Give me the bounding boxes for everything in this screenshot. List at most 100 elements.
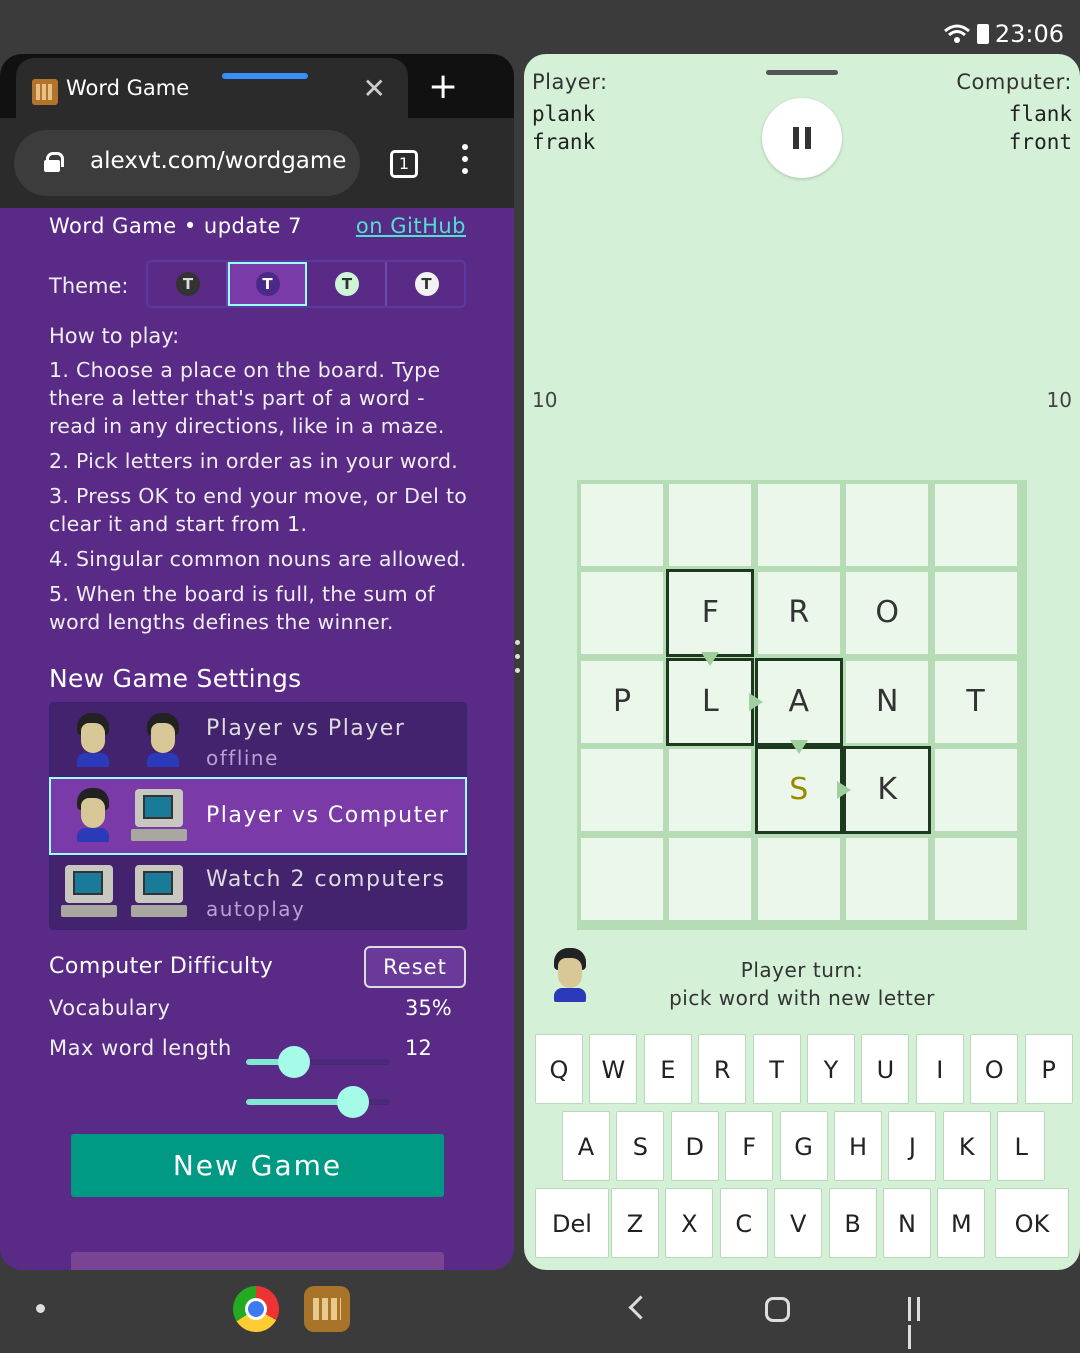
max-word-length-slider[interactable] <box>246 1086 390 1118</box>
word-game-app-icon[interactable] <box>304 1286 350 1332</box>
tab-switcher-button[interactable]: 1 <box>390 150 418 178</box>
new-game-button[interactable]: New Game <box>71 1134 444 1197</box>
keyboard-key[interactable]: D <box>670 1111 719 1181</box>
arrow-down-icon <box>701 651 720 666</box>
keyboard-key[interactable]: K <box>942 1111 991 1181</box>
theme-label: Theme: <box>49 274 129 298</box>
board-cell[interactable] <box>934 484 1017 566</box>
keyboard-key[interactable]: L <box>997 1111 1046 1181</box>
keyboard-key[interactable]: W <box>589 1034 638 1104</box>
board-cell[interactable]: S <box>757 749 840 832</box>
board-cell[interactable] <box>581 484 663 566</box>
board-cell[interactable] <box>669 484 752 566</box>
battery-icon <box>976 24 989 44</box>
back-nav-icon[interactable] <box>628 1296 644 1320</box>
keyboard-key[interactable]: S <box>616 1111 665 1181</box>
board-cell[interactable]: T <box>934 660 1017 743</box>
new-tab-icon[interactable]: + <box>428 66 458 107</box>
pause-button[interactable] <box>762 98 842 178</box>
board-cell[interactable]: O <box>846 572 929 655</box>
theme-light-icon: T <box>414 272 439 296</box>
theme-option-dark[interactable]: T <box>148 262 228 306</box>
board-cell[interactable] <box>757 837 840 920</box>
keyboard-key[interactable]: H <box>834 1111 882 1181</box>
home-nav-icon[interactable] <box>765 1297 790 1322</box>
board-cell[interactable] <box>581 749 663 832</box>
keyboard-key[interactable]: I <box>915 1034 964 1104</box>
board-cell[interactable] <box>934 837 1017 920</box>
vocabulary-slider[interactable] <box>246 1046 390 1078</box>
keyboard-key[interactable]: Y <box>807 1034 855 1104</box>
board-cell[interactable] <box>581 837 663 920</box>
status-icons: 23:06 <box>943 20 1064 48</box>
vocabulary-value: 35% <box>405 996 452 1020</box>
board-cell[interactable]: F <box>669 572 752 655</box>
keyboard-key[interactable]: F <box>725 1111 774 1181</box>
keyboard-key[interactable]: U <box>861 1034 910 1104</box>
keyboard-key[interactable]: Z <box>611 1188 659 1258</box>
arrow-right-icon <box>837 781 852 800</box>
page-content: Word Game • update 7 on GitHub Theme: T … <box>0 208 514 1270</box>
close-tab-icon[interactable]: ✕ <box>363 72 386 105</box>
board-cell[interactable]: R <box>757 572 840 655</box>
keyboard-key[interactable]: Del <box>535 1188 609 1258</box>
board-cell[interactable]: A <box>757 660 840 743</box>
keyboard-key[interactable]: T <box>752 1034 801 1104</box>
reset-button[interactable]: Reset <box>364 946 466 988</box>
rule-item: 1. Choose a place on the board. Type the… <box>49 358 445 438</box>
keyboard-key[interactable]: Q <box>535 1034 583 1104</box>
board-cell[interactable] <box>846 837 929 920</box>
player-words-heading: Player: <box>532 70 608 94</box>
board-cell[interactable]: L <box>669 660 752 743</box>
keyboard-key[interactable]: C <box>719 1188 768 1258</box>
board-cell[interactable]: P <box>581 660 663 743</box>
keyboard-key[interactable]: OK <box>995 1188 1069 1258</box>
keyboard-key[interactable]: E <box>643 1034 692 1104</box>
board-cell[interactable] <box>934 572 1017 655</box>
max-word-length-slider-thumb[interactable] <box>336 1086 369 1118</box>
window-drag-handle[interactable] <box>766 70 838 75</box>
keyboard-key[interactable]: B <box>828 1188 877 1258</box>
theme-option-mint[interactable]: T <box>307 262 387 306</box>
tab-title: Word Game <box>66 76 190 100</box>
board-cell[interactable] <box>669 837 752 920</box>
board-cell[interactable] <box>581 572 663 655</box>
overflow-menu-icon[interactable] <box>462 144 470 184</box>
chrome-app-icon[interactable] <box>233 1286 279 1332</box>
computer-word-list: flank front <box>1009 100 1072 156</box>
address-bar[interactable]: alexvt.com/wordgame <box>14 130 360 196</box>
mode-player-vs-player[interactable]: Player vs Player offline <box>51 704 465 778</box>
keyboard-key[interactable]: M <box>937 1188 986 1258</box>
player-avatar-icon <box>548 948 590 1004</box>
keyboard-key[interactable]: A <box>562 1111 610 1181</box>
keyboard-key[interactable]: R <box>698 1034 747 1104</box>
theme-option-light[interactable]: T <box>387 262 465 306</box>
favicon-icon <box>32 79 58 105</box>
keyboard-key[interactable]: N <box>883 1188 931 1258</box>
board-cell[interactable] <box>934 749 1017 832</box>
keyboard-key[interactable]: G <box>779 1111 828 1181</box>
keyboard-key[interactable]: O <box>970 1034 1019 1104</box>
keyboard-key[interactable]: V <box>774 1188 823 1258</box>
board-cell[interactable] <box>669 749 752 832</box>
github-link[interactable]: on GitHub <box>356 214 466 238</box>
board-cell[interactable]: N <box>846 660 929 743</box>
keyboard-key[interactable]: J <box>888 1111 937 1181</box>
board-cell[interactable] <box>846 484 929 566</box>
back-to-game-button[interactable]: Back to game <box>71 1252 444 1270</box>
taskbar-indicator <box>36 1304 45 1313</box>
mode-player-vs-computer[interactable]: Player vs Computer <box>49 777 467 855</box>
recents-nav-icon[interactable] <box>908 1297 934 1349</box>
keyboard-key[interactable]: X <box>665 1188 714 1258</box>
mode-watch-computers[interactable]: Watch 2 computers autoplay <box>51 855 465 929</box>
board-cell[interactable] <box>757 484 840 566</box>
theme-option-purple[interactable]: T <box>227 262 307 306</box>
vocabulary-slider-thumb[interactable] <box>277 1046 310 1078</box>
split-view-handle[interactable] <box>514 640 522 684</box>
keyboard-key[interactable]: P <box>1024 1034 1073 1104</box>
mode-sublabel: autoplay <box>206 897 306 921</box>
game-window: Player: plank frank Computer: flank fron… <box>524 54 1080 1270</box>
board-cell[interactable]: K <box>846 749 929 832</box>
app-title: Word Game • update 7 <box>49 214 302 238</box>
browser-tab[interactable]: Word Game ✕ <box>16 58 408 118</box>
